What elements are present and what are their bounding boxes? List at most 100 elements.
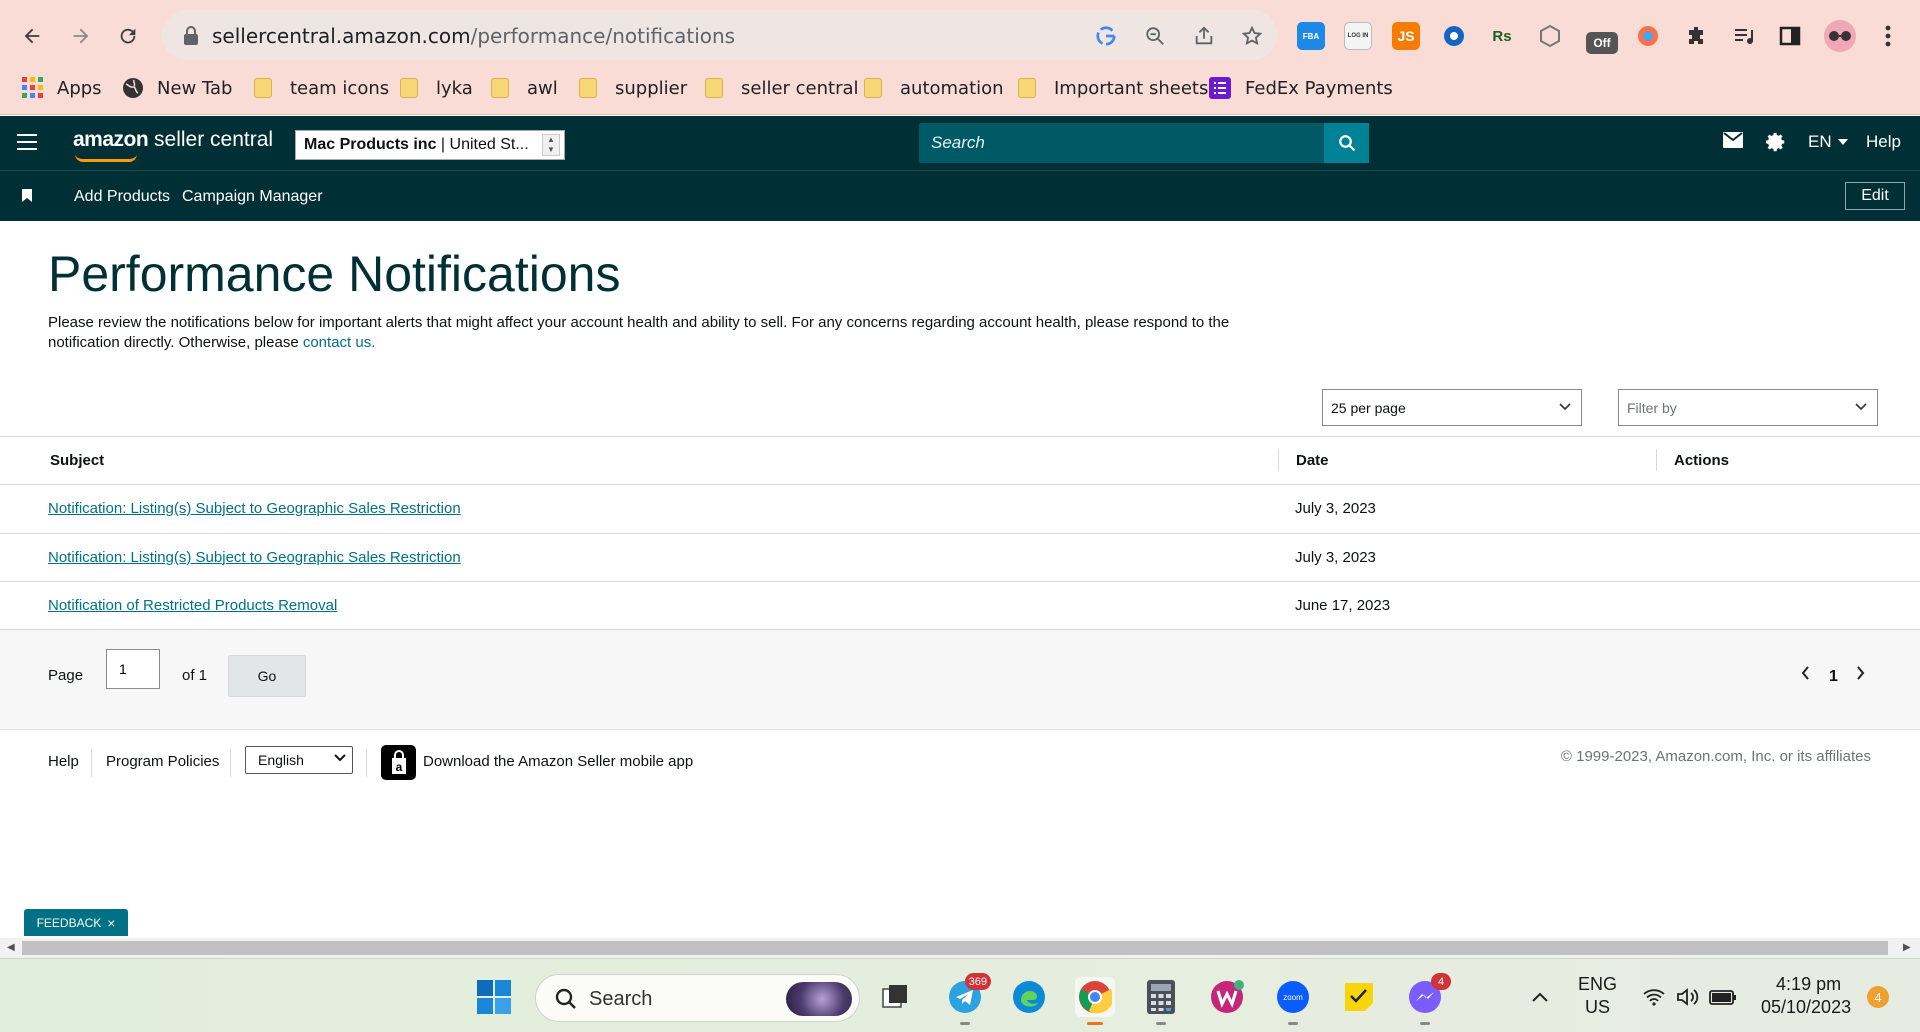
show-hidden-icons-chevron-icon[interactable] (1520, 977, 1560, 1017)
notification-link[interactable]: Notification: Listing(s) Subject to Geog… (48, 549, 461, 566)
back-button[interactable] (18, 22, 46, 50)
column-divider (1278, 449, 1279, 471)
forward-button[interactable] (67, 22, 95, 50)
bookmark-awl[interactable]: awl (491, 74, 558, 102)
address-bar[interactable]: sellercentral.amazon.com/performance/not… (162, 10, 1277, 60)
account-switcher[interactable]: Mac Products inc | United St... ▲ ▼ (295, 130, 565, 160)
globe-icon (123, 78, 143, 98)
reload-button[interactable] (114, 22, 142, 50)
svg-text:a: a (395, 760, 402, 774)
scrollbar-thumb[interactable] (22, 941, 1888, 955)
folder-icon (491, 78, 509, 98)
puzzle-extensions-icon[interactable] (1682, 22, 1710, 50)
page-footer: Help Program Policies English a Download… (0, 731, 1920, 811)
column-header-date[interactable]: Date (1296, 452, 1329, 469)
google-icon[interactable] (1092, 22, 1120, 50)
sticky-notes-icon[interactable] (1339, 977, 1379, 1017)
notification-link[interactable]: Notification: Listing(s) Subject to Geog… (48, 500, 461, 517)
seller-central-logo[interactable]: amazon seller central (73, 128, 273, 162)
notification-link[interactable]: Notification of Restricted Products Remo… (48, 597, 337, 614)
share-icon[interactable] (1190, 22, 1218, 50)
folder-icon (579, 78, 597, 98)
current-page-number[interactable]: 1 (1829, 668, 1838, 686)
table-row: Notification of Restricted Products Remo… (0, 581, 1920, 629)
subnav-add-products[interactable]: Add Products (74, 188, 170, 206)
amazon-app-icon[interactable]: a (381, 745, 416, 780)
bookmark-team-icons[interactable]: team icons (254, 74, 389, 102)
previous-page-button[interactable] (1801, 666, 1810, 685)
column-header-subject[interactable]: Subject (50, 452, 104, 469)
chrome-icon[interactable] (1075, 977, 1115, 1025)
download-app-link[interactable]: Download the Amazon Seller mobile app (423, 753, 693, 770)
bookmark-new-tab[interactable]: New Tab (122, 74, 232, 102)
go-button[interactable]: Go (228, 655, 306, 697)
input-language-indicator[interactable]: ENG US (1578, 974, 1617, 1018)
zoom-icon[interactable] (1141, 22, 1169, 50)
bookmark-star-icon[interactable] (1238, 22, 1266, 50)
rs-extension-icon[interactable]: Rs (1488, 22, 1516, 50)
column-header-actions: Actions (1674, 452, 1730, 469)
bookmark-apps[interactable]: Apps (22, 74, 102, 102)
zoom-app-icon[interactable]: zoom (1273, 977, 1313, 1025)
kebab-menu-icon[interactable] (1874, 22, 1902, 50)
filter-select[interactable]: Filter by (1618, 389, 1878, 426)
profile-avatar-icon[interactable] (1824, 20, 1856, 52)
footer-help-link[interactable]: Help (48, 753, 79, 770)
edit-button[interactable]: Edit (1845, 182, 1905, 210)
search-input[interactable] (919, 123, 1324, 163)
hamburger-menu-icon[interactable] (17, 134, 37, 150)
page-number-input[interactable] (106, 649, 160, 689)
volume-icon[interactable] (1668, 977, 1708, 1017)
arrow-right-icon (73, 28, 89, 44)
task-view-icon[interactable] (875, 977, 915, 1017)
cube-extension-icon[interactable] (1536, 22, 1564, 50)
column-divider (1656, 449, 1657, 471)
taskbar-search[interactable]: Search (535, 974, 860, 1022)
side-panel-icon[interactable] (1776, 22, 1804, 50)
battery-icon[interactable] (1703, 977, 1743, 1017)
mail-button[interactable] (1723, 132, 1743, 148)
fba-extension-icon[interactable]: FBA (1297, 22, 1325, 50)
notification-date: June 17, 2023 (1295, 597, 1391, 614)
clock[interactable]: 4:19 pm 05/10/2023 (1761, 974, 1851, 1018)
caret-down-icon (1837, 139, 1848, 145)
gear-extension-icon[interactable] (1440, 22, 1468, 50)
telegram-icon[interactable]: 369 (945, 973, 991, 1025)
js-extension-icon[interactable]: JS (1392, 22, 1420, 50)
notification-count-badge[interactable]: 4 (1867, 986, 1889, 1008)
bookmark-lyka[interactable]: lyka (400, 74, 473, 102)
bookmark-important-sheets[interactable]: Important sheets (1018, 74, 1208, 102)
feedback-button[interactable]: FEEDBACK × (24, 909, 128, 936)
search-button[interactable] (1324, 123, 1369, 163)
calculator-icon[interactable] (1141, 977, 1181, 1025)
help-link[interactable]: Help (1866, 132, 1901, 152)
bookmark-icon[interactable] (22, 189, 32, 202)
search-icon (1338, 135, 1355, 152)
footer-language-select[interactable]: English (245, 746, 353, 774)
color-extension-icon[interactable] (1634, 22, 1662, 50)
messenger-icon[interactable]: 4 (1405, 973, 1451, 1025)
wps-office-icon[interactable] (1207, 977, 1247, 1017)
bookmark-supplier[interactable]: supplier (579, 74, 687, 102)
off-extension-icon[interactable]: Off (1586, 32, 1618, 54)
folder-icon (864, 78, 882, 98)
scroll-left-arrow-icon[interactable]: ◀ (7, 942, 15, 953)
footer-divider (366, 749, 367, 777)
footer-program-policies-link[interactable]: Program Policies (106, 753, 219, 770)
start-button[interactable] (474, 977, 514, 1017)
per-page-select[interactable]: 25 per page (1322, 389, 1582, 426)
bookmark-automation[interactable]: automation (864, 74, 1004, 102)
settings-button[interactable] (1765, 131, 1787, 153)
subnav-campaign-manager[interactable]: Campaign Manager (182, 188, 323, 206)
media-queue-icon[interactable] (1730, 22, 1758, 50)
close-icon[interactable]: × (107, 915, 115, 931)
edge-icon[interactable] (1009, 977, 1049, 1017)
bookmark-seller-central[interactable]: seller central (705, 74, 859, 102)
scroll-right-arrow-icon[interactable]: ▶ (1903, 942, 1911, 953)
contact-us-link[interactable]: contact us. (303, 334, 376, 351)
horizontal-scrollbar[interactable]: ◀ ▶ (0, 938, 1920, 958)
next-page-button[interactable] (1856, 666, 1865, 685)
bookmark-fedex-payments[interactable]: FedEx Payments (1209, 74, 1393, 102)
language-dropdown[interactable]: EN (1808, 132, 1848, 152)
login-extension-icon[interactable]: LOG IN (1344, 22, 1372, 50)
